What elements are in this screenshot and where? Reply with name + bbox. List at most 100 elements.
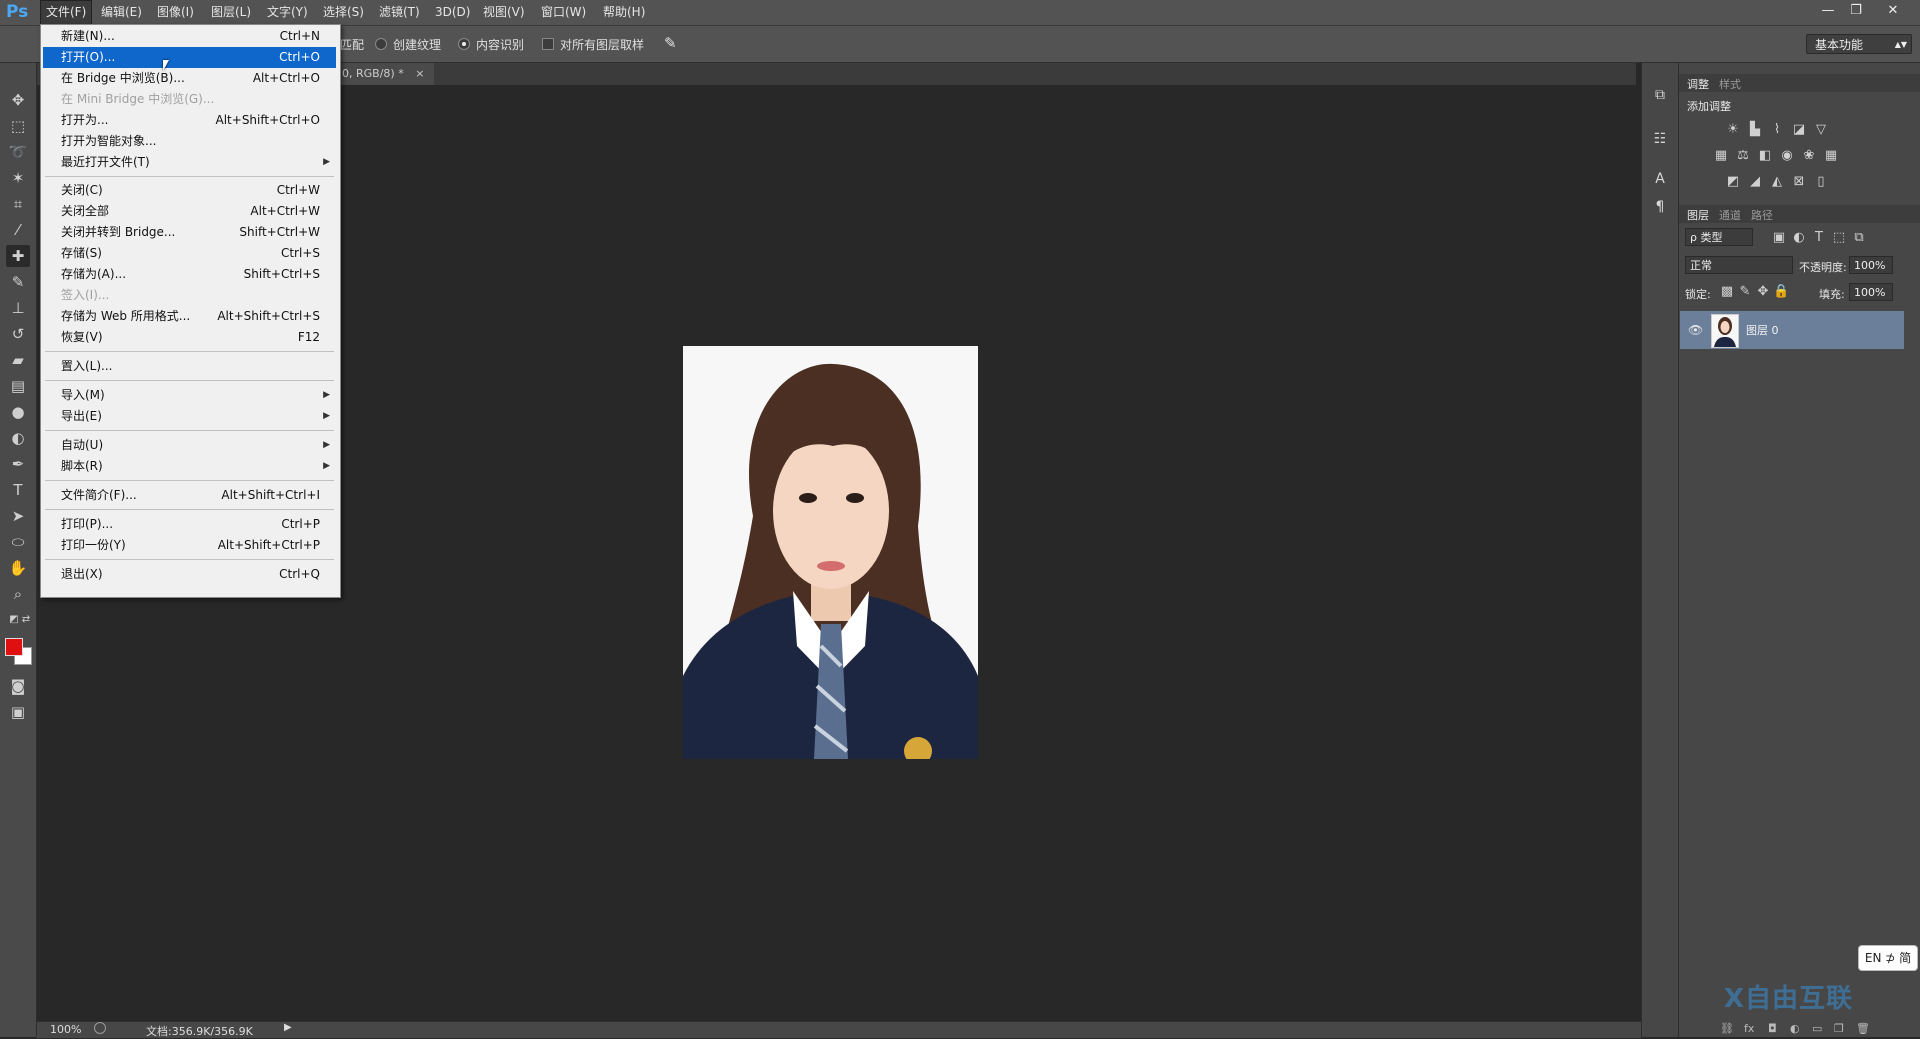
menu-type[interactable]: 文字(Y) — [262, 0, 313, 25]
color-lookup-icon[interactable]: ▦ — [1823, 149, 1839, 163]
menu-item-print-one-copy[interactable]: 打印一份(Y) Alt+Shift+Ctrl+P — [43, 535, 336, 556]
menu-item-save-for-web[interactable]: 存储为 Web 所用格式... Alt+Shift+Ctrl+S — [43, 306, 336, 327]
screen-mode-icon[interactable]: ▣ — [6, 701, 30, 723]
paragraph-panel-icon[interactable]: ¶ — [1650, 197, 1670, 217]
photo-filter-icon[interactable]: ◉ — [1779, 149, 1795, 163]
type-tool-icon[interactable]: T — [6, 479, 30, 501]
pressure-brush-icon[interactable]: ✎ — [664, 34, 677, 52]
create-texture-radio[interactable] — [375, 38, 387, 50]
color-balance-icon[interactable]: ⚖ — [1735, 149, 1751, 163]
history-brush-tool-icon[interactable]: ↺ — [6, 323, 30, 345]
menu-item-save[interactable]: 存储(S) Ctrl+S — [43, 243, 336, 264]
fill-field[interactable]: 100% — [1849, 283, 1893, 301]
new-layer-icon[interactable]: ❐ — [1834, 1022, 1844, 1035]
brightness-icon[interactable]: ☀ — [1725, 123, 1741, 137]
exposure-icon[interactable]: ◪ — [1791, 123, 1807, 137]
tab-layers[interactable]: 图层 — [1687, 207, 1709, 223]
menu-item-exit[interactable]: 退出(X) Ctrl+Q — [43, 564, 336, 585]
blend-mode-select[interactable]: 正常 — [1685, 256, 1793, 274]
restore-button[interactable]: ❐ — [1843, 2, 1869, 20]
content-aware-radio[interactable] — [458, 38, 470, 50]
menu-item-place[interactable]: 置入(L)... — [43, 356, 336, 377]
ime-indicator[interactable]: EN ⊅ 简 — [1858, 945, 1918, 971]
new-adjustment-icon[interactable]: ◐ — [1790, 1022, 1800, 1035]
character-panel-icon[interactable]: A — [1650, 169, 1670, 189]
black-white-icon[interactable]: ◧ — [1757, 149, 1773, 163]
eyedropper-tool-icon[interactable]: ⁄ — [6, 219, 30, 241]
menu-file[interactable]: 文件(F) — [40, 0, 93, 26]
menu-item-automate[interactable]: 自动(U) ▶ — [43, 435, 336, 456]
menu-3d[interactable]: 3D(D) — [430, 0, 475, 25]
tab-adjustments[interactable]: 调整 — [1687, 76, 1709, 92]
crop-tool-icon[interactable]: ⌗ — [6, 193, 30, 215]
close-tab-icon[interactable]: × — [415, 67, 424, 80]
menu-item-new[interactable]: 新建(N)... Ctrl+N — [43, 26, 336, 47]
selective-color-icon[interactable]: ▯ — [1813, 175, 1829, 189]
layer-style-icon[interactable]: fx — [1744, 1022, 1754, 1035]
sample-all-layers-checkbox[interactable] — [542, 38, 554, 50]
tab-styles[interactable]: 样式 — [1719, 76, 1741, 92]
menu-item-close-go-bridge[interactable]: 关闭并转到 Bridge... Shift+Ctrl+W — [43, 222, 336, 243]
posterize-icon[interactable]: ◢ — [1747, 175, 1763, 189]
invert-icon[interactable]: ◩ — [1725, 175, 1741, 189]
dodge-tool-icon[interactable]: ◐ — [6, 427, 30, 449]
menu-help[interactable]: 帮助(H) — [598, 0, 650, 25]
pen-tool-icon[interactable]: ✒ — [6, 453, 30, 475]
vibrance-icon[interactable]: ▽ — [1813, 123, 1829, 137]
minimize-button[interactable]: — — [1815, 2, 1841, 20]
menu-item-export[interactable]: 导出(E) ▶ — [43, 406, 336, 427]
healing-brush-tool-icon[interactable]: ✚ — [6, 245, 30, 267]
menu-item-save-as[interactable]: 存储为(A)... Shift+Ctrl+S — [43, 264, 336, 285]
threshold-icon[interactable]: ◭ — [1769, 175, 1785, 189]
foreground-color-chip[interactable] — [5, 638, 23, 656]
layer-filter-select[interactable]: ρ 类型 — [1685, 228, 1753, 246]
lock-position-icon[interactable]: ✥ — [1755, 285, 1771, 299]
eraser-tool-icon[interactable]: ▰ — [6, 349, 30, 371]
menu-item-recent-files[interactable]: 最近打开文件(T) ▶ — [43, 152, 336, 173]
status-menu-arrow-icon[interactable]: ▶ — [284, 1022, 292, 1033]
menu-window[interactable]: 窗口(W) — [536, 0, 591, 25]
menu-select[interactable]: 选择(S) — [318, 0, 369, 25]
filter-adjustment-icon[interactable]: ◐ — [1791, 231, 1807, 245]
curves-icon[interactable]: ⌇ — [1769, 123, 1785, 137]
new-group-icon[interactable]: ▭ — [1812, 1022, 1822, 1035]
path-selection-tool-icon[interactable]: ➤ — [6, 505, 30, 527]
tab-channels[interactable]: 通道 — [1719, 207, 1741, 223]
lasso-tool-icon[interactable]: ➰ — [6, 141, 30, 163]
zoom-tool-icon[interactable]: ⌕ — [6, 583, 30, 605]
menu-item-open-smart-object[interactable]: 打开为智能对象... — [43, 131, 336, 152]
filter-type-icon[interactable]: T — [1811, 231, 1827, 245]
move-tool-icon[interactable]: ✥ — [6, 89, 30, 111]
gradient-tool-icon[interactable]: ▤ — [6, 375, 30, 397]
lock-image-icon[interactable]: ✎ — [1737, 285, 1753, 299]
menu-edit[interactable]: 编辑(E) — [96, 0, 147, 25]
menu-item-open[interactable]: 打开(O)... Ctrl+O — [43, 47, 336, 68]
channel-mixer-icon[interactable]: ❀ — [1801, 149, 1817, 163]
hue-saturation-icon[interactable]: ▦ — [1713, 149, 1729, 163]
history-panel-icon[interactable]: ⧉ — [1650, 85, 1670, 105]
menu-item-file-info[interactable]: 文件简介(F)... Alt+Shift+Ctrl+I — [43, 485, 336, 506]
lock-transparent-icon[interactable]: ▩ — [1719, 285, 1735, 299]
add-mask-icon[interactable]: ◘ — [1768, 1022, 1777, 1035]
marquee-tool-icon[interactable]: ⬚ — [6, 115, 30, 137]
menu-item-close-all[interactable]: 关闭全部 Alt+Ctrl+W — [43, 201, 336, 222]
properties-panel-icon[interactable]: ☷ — [1650, 129, 1670, 149]
blur-tool-icon[interactable]: ● — [6, 401, 30, 423]
menu-item-print[interactable]: 打印(P)... Ctrl+P — [43, 514, 336, 535]
clone-stamp-tool-icon[interactable]: ⊥ — [6, 297, 30, 319]
levels-icon[interactable]: ▙ — [1747, 123, 1763, 137]
menu-view[interactable]: 视图(V) — [478, 0, 530, 25]
menu-item-browse-bridge[interactable]: 在 Bridge 中浏览(B)... Alt+Ctrl+O — [43, 68, 336, 89]
menu-layer[interactable]: 图层(L) — [206, 0, 256, 25]
shape-tool-icon[interactable]: ⬭ — [6, 531, 30, 553]
opacity-field[interactable]: 100% — [1849, 256, 1893, 274]
menu-item-revert[interactable]: 恢复(V) F12 — [43, 327, 336, 348]
filter-shape-icon[interactable]: ⬚ — [1831, 231, 1847, 245]
filter-smart-object-icon[interactable]: ⧉ — [1851, 231, 1867, 245]
menu-item-open-as[interactable]: 打开为... Alt+Shift+Ctrl+O — [43, 110, 336, 131]
close-app-button[interactable]: ✕ — [1880, 2, 1906, 20]
tab-paths[interactable]: 路径 — [1751, 207, 1773, 223]
brush-tool-icon[interactable]: ✎ — [6, 271, 30, 293]
menu-item-import[interactable]: 导入(M) ▶ — [43, 385, 336, 406]
layer-name[interactable]: 图层 0 — [1746, 322, 1779, 338]
